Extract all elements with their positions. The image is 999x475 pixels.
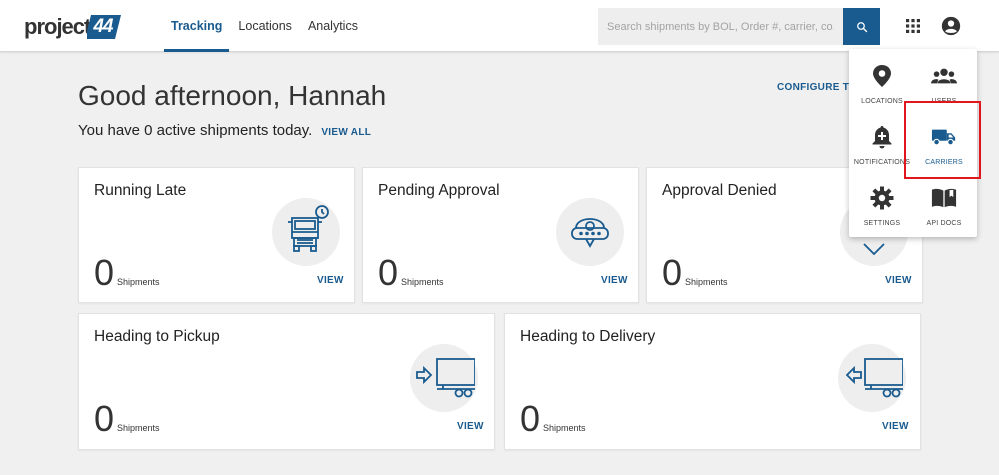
card-count: 0 bbox=[94, 252, 115, 293]
card-title: Running Late bbox=[94, 182, 187, 199]
card-view-link[interactable]: VIEW bbox=[601, 275, 628, 286]
tab-analytics[interactable]: Analytics bbox=[301, 0, 365, 52]
card-unit: Shipments bbox=[685, 277, 728, 287]
top-header: project 44 Tracking Locations Analytics bbox=[0, 0, 999, 52]
card-count: 0 bbox=[94, 398, 115, 439]
truck-pickup-icon bbox=[410, 344, 478, 412]
menu-item-label: LOCATIONS bbox=[861, 98, 903, 105]
card-view-link[interactable]: VIEW bbox=[317, 275, 344, 286]
card-title: Heading to Pickup bbox=[94, 328, 220, 345]
logo-text: project bbox=[24, 14, 91, 39]
card-view-link[interactable]: VIEW bbox=[885, 275, 912, 286]
bell-plus-icon bbox=[869, 124, 895, 150]
logo[interactable]: project 44 bbox=[24, 13, 127, 41]
card-unit: Shipments bbox=[117, 423, 160, 433]
location-pin-icon bbox=[869, 63, 895, 89]
card-unit: Shipments bbox=[401, 277, 444, 287]
main-nav: Tracking Locations Analytics bbox=[164, 0, 367, 52]
page-greeting: Good afternoon, Hannah bbox=[78, 80, 387, 111]
truck-delivery-icon bbox=[838, 344, 906, 412]
card-title: Pending Approval bbox=[378, 182, 500, 199]
location-pin-icon bbox=[556, 198, 624, 266]
gear-icon bbox=[869, 185, 895, 211]
menu-item-label: API DOCS bbox=[926, 220, 962, 227]
active-shipments-text: You have 0 active shipments today. bbox=[78, 122, 313, 139]
book-icon bbox=[931, 185, 957, 211]
search-icon bbox=[856, 21, 867, 32]
tab-tracking[interactable]: Tracking bbox=[164, 0, 230, 52]
card-unit: Shipments bbox=[117, 277, 160, 287]
search-input[interactable] bbox=[598, 8, 843, 45]
card-heading-to-pickup: Heading to Pickup 0 Shipments VIEW bbox=[78, 313, 495, 450]
card-title: Heading to Delivery bbox=[520, 328, 656, 345]
logo-mark-text: 44 bbox=[93, 16, 113, 37]
apps-grid-icon[interactable] bbox=[905, 18, 921, 34]
truck-clock-icon bbox=[272, 198, 340, 266]
logo-mark: 44 bbox=[87, 13, 127, 41]
tab-locations[interactable]: Locations bbox=[231, 0, 299, 52]
menu-item-api-docs[interactable]: API DOCS bbox=[913, 175, 975, 233]
account-icon[interactable] bbox=[941, 16, 961, 36]
card-view-link[interactable]: VIEW bbox=[457, 421, 484, 432]
search-button[interactable] bbox=[843, 8, 880, 45]
search-bar bbox=[598, 8, 880, 45]
users-icon bbox=[931, 63, 957, 89]
card-title: Approval Denied bbox=[662, 182, 777, 199]
menu-item-label: NOTIFICATIONS bbox=[853, 159, 911, 166]
configure-link[interactable]: CONFIGURE TH bbox=[777, 82, 857, 93]
card-pending-approval: Pending Approval 0 Shipments VIEW bbox=[362, 167, 639, 303]
card-count: 0 bbox=[378, 252, 399, 293]
menu-item-label: SETTINGS bbox=[863, 220, 901, 227]
card-count: 0 bbox=[520, 398, 541, 439]
card-view-link[interactable]: VIEW bbox=[882, 421, 909, 432]
menu-item-settings[interactable]: SETTINGS bbox=[851, 175, 913, 233]
card-count: 0 bbox=[662, 252, 683, 293]
view-all-link[interactable]: VIEW ALL bbox=[321, 127, 371, 138]
card-running-late: Running Late 0 Shipments VIEW bbox=[78, 167, 355, 303]
card-heading-to-delivery: Heading to Delivery 0 Shipments VIEW bbox=[504, 313, 921, 450]
card-unit: Shipments bbox=[543, 423, 586, 433]
active-shipments-summary: You have 0 active shipments today. VIEW … bbox=[78, 122, 371, 139]
carriers-highlight-box bbox=[904, 101, 981, 179]
